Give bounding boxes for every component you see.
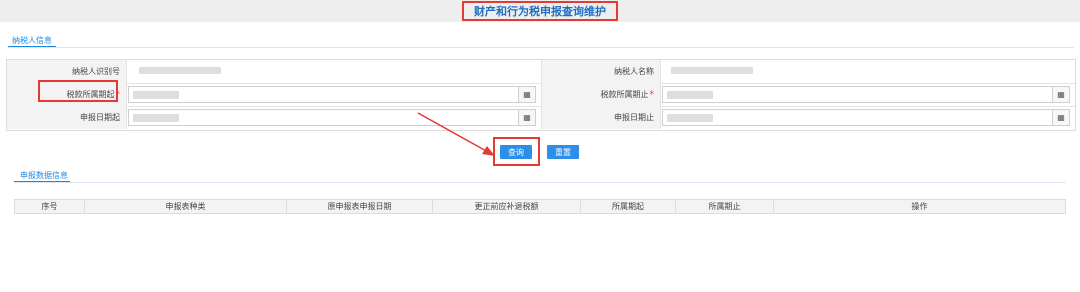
declare-start-label: 申报日期起 xyxy=(7,106,127,129)
period-start-value xyxy=(133,91,179,99)
reset-button[interactable]: 重置 xyxy=(547,145,579,159)
form-row-declare-date: 申报日期起 ▦ 申报日期止 ▦ xyxy=(7,106,1075,129)
declare-end-value xyxy=(667,114,713,122)
taxpayer-id-value xyxy=(139,67,221,74)
column-header[interactable]: 更正前应补退税额 xyxy=(433,200,581,213)
query-button[interactable]: 查询 xyxy=(500,145,532,159)
calendar-icon[interactable]: ▦ xyxy=(518,87,535,102)
column-header[interactable]: 申报表种类 xyxy=(85,200,287,213)
taxpayer-name-value xyxy=(671,67,753,74)
period-end-label: 税款所属期止 * xyxy=(541,83,661,106)
declare-end-input[interactable]: ▦ xyxy=(662,109,1070,126)
calendar-icon[interactable]: ▦ xyxy=(1052,110,1069,125)
column-header[interactable]: 原申报表申报日期 xyxy=(287,200,433,213)
tab-divider xyxy=(14,182,1066,183)
form-row-period: 税款所属期起 * ▦ 税款所属期止 * ▦ xyxy=(7,83,1075,107)
declare-end-label: 申报日期止 xyxy=(541,106,661,129)
page-title: 财产和行为税申报查询维护 xyxy=(462,1,618,21)
period-end-input[interactable]: ▦ xyxy=(662,86,1070,103)
calendar-icon[interactable]: ▦ xyxy=(1052,87,1069,102)
declare-start-value xyxy=(133,114,179,122)
taxpayer-name-label: 纳税人名称 xyxy=(541,60,661,83)
period-start-highlight xyxy=(38,80,118,102)
query-form: 纳税人识别号 纳税人名称 税款所属期起 * ▦ 税款所属期止 * ▦ 申报日期起 ▦… xyxy=(6,59,1076,131)
results-table-header: 序号 申报表种类 原申报表申报日期 更正前应补退税额 所属期起 所属期止 操作 xyxy=(14,199,1066,214)
column-header[interactable]: 所属期起 xyxy=(581,200,676,213)
column-header[interactable]: 所属期止 xyxy=(676,200,774,213)
form-row-taxpayer: 纳税人识别号 纳税人名称 xyxy=(7,60,1075,84)
column-header: 操作 xyxy=(911,202,928,211)
period-start-input[interactable]: ▦ xyxy=(128,86,536,103)
pointer-arrow-icon xyxy=(417,112,495,156)
period-end-value xyxy=(667,91,713,99)
calendar-icon[interactable]: ▦ xyxy=(518,110,535,125)
column-header[interactable]: 序号 xyxy=(15,200,85,213)
tab-declaration-data[interactable]: 申报数据信息 xyxy=(20,170,68,181)
tab-taxpayer-info[interactable]: 纳税人信息 xyxy=(12,35,52,46)
tab-divider xyxy=(8,47,1074,48)
